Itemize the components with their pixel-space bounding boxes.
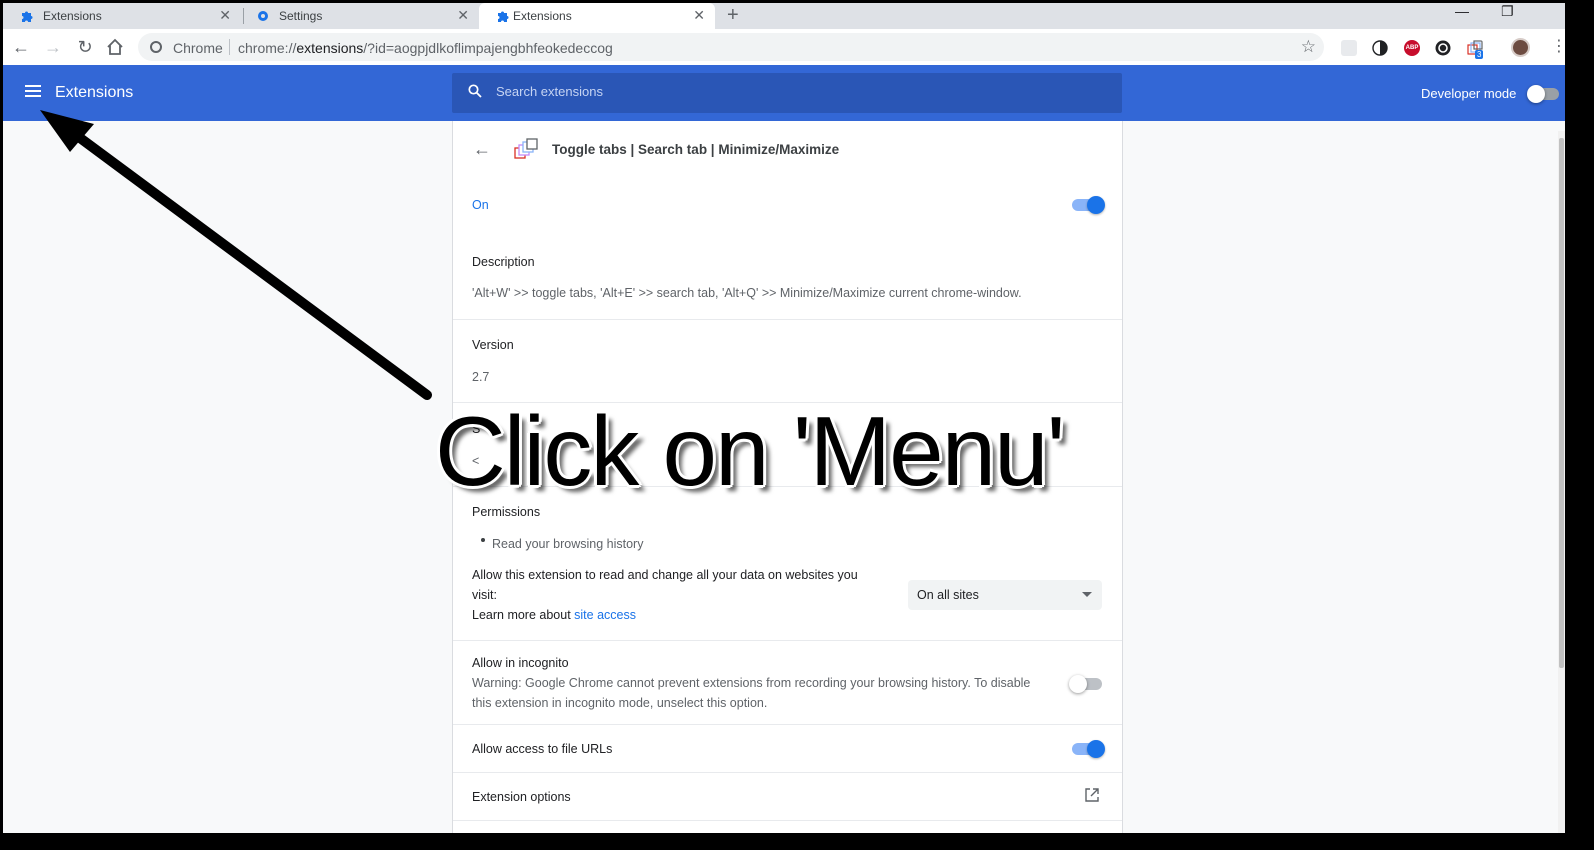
incognito-toggle[interactable] <box>1069 675 1102 693</box>
tab-strip: Extensions ✕ Settings ✕ Extensions ✕ + —… <box>3 3 1565 29</box>
description-label: Description <box>472 255 535 269</box>
divider <box>453 319 1122 320</box>
learn-more-text: Learn more about site access <box>472 608 636 622</box>
search-icon <box>468 84 482 98</box>
tab-close-icon[interactable]: ✕ <box>693 7 705 24</box>
file-urls-label: Allow access to file URLs <box>472 742 613 756</box>
back-icon[interactable]: ← <box>10 36 32 58</box>
version-label: Version <box>472 338 514 352</box>
status-label: On <box>472 198 489 212</box>
extension-badge: 3 <box>1475 50 1484 59</box>
gear-icon <box>258 11 268 21</box>
incognito-label: Allow in incognito <box>472 656 569 670</box>
minimize-icon[interactable]: — <box>1455 3 1469 19</box>
file-urls-toggle[interactable] <box>1072 740 1105 758</box>
reload-icon[interactable]: ↻ <box>74 36 96 58</box>
url-path: /?id=aogpjdlkoflimpajengbhfeokedeccog <box>363 40 613 56</box>
divider <box>453 820 1122 821</box>
site-label: Chrome <box>173 40 223 56</box>
divider <box>453 724 1122 725</box>
enable-toggle[interactable] <box>1072 196 1105 214</box>
tab-close-icon[interactable]: ✕ <box>219 7 231 24</box>
scrollbar-thumb[interactable] <box>1559 138 1564 668</box>
permission-item: Read your browsing history <box>492 537 644 551</box>
extension-name: Toggle tabs | Search tab | Minimize/Maxi… <box>552 142 840 157</box>
description-text: 'Alt+W' >> toggle tabs, 'Alt+E' >> searc… <box>472 286 1022 300</box>
divider <box>453 640 1122 641</box>
avatar[interactable] <box>1511 38 1530 57</box>
url-text[interactable]: chrome://extensions/?id=aogpjdlkoflimpaj… <box>238 40 613 56</box>
extension-icon-1[interactable] <box>1341 40 1357 56</box>
toggle-knob <box>1069 675 1087 693</box>
menu-line <box>25 85 41 87</box>
incognito-warning: Warning: Google Chrome cannot prevent ex… <box>472 676 1031 690</box>
toggle-knob <box>1087 196 1105 214</box>
star-icon[interactable]: ☆ <box>1301 37 1316 57</box>
learn-more-prefix: Learn more about <box>472 608 575 622</box>
tab-label: Extensions <box>513 9 572 23</box>
home-icon[interactable] <box>106 38 124 56</box>
new-tab-button[interactable]: + <box>727 4 739 27</box>
annotation-text: Click on 'Menu' <box>435 396 1065 506</box>
adblock-plus-icon[interactable]: ABP <box>1404 40 1420 56</box>
page-title: Extensions <box>55 84 134 101</box>
extension-options-label: Extension options <box>472 790 571 804</box>
menu-line <box>25 95 41 97</box>
site-access-text-2: visit: <box>472 588 497 602</box>
site-access-link[interactable]: site access <box>574 608 636 622</box>
address-bar[interactable]: Chrome chrome://extensions/?id=aogpjdlko… <box>138 33 1324 61</box>
divider <box>453 772 1122 773</box>
open-in-new-icon[interactable] <box>1084 787 1100 803</box>
omnibox-divider <box>229 39 230 55</box>
toolbar: ← → ↻ Chrome chrome://extensions/?id=aog… <box>3 29 1565 65</box>
extensions-header: Extensions Developer mode <box>3 65 1565 121</box>
site-access-text: Allow this extension to read and change … <box>472 568 858 582</box>
chevron-down-icon <box>1082 592 1092 597</box>
site-access-value: On all sites <box>917 588 979 602</box>
kebab-icon[interactable]: ⋮ <box>1551 36 1565 56</box>
developer-mode-label: Developer mode <box>1421 86 1517 101</box>
site-access-select[interactable]: On all sites <box>908 580 1102 610</box>
search-input[interactable] <box>496 84 1096 99</box>
developer-mode-toggle[interactable] <box>1527 85 1559 103</box>
toggle-knob <box>1527 85 1545 103</box>
extension-logo-icon <box>514 138 538 159</box>
browser-window: Extensions ✕ Settings ✕ Extensions ✕ + —… <box>3 3 1565 833</box>
grammar-extension-icon[interactable] <box>1435 40 1451 56</box>
chrome-icon <box>150 41 162 53</box>
tab-label: Settings <box>279 9 323 23</box>
menu-line <box>25 90 41 92</box>
tab-settings[interactable]: Settings ✕ <box>239 3 479 29</box>
bullet <box>481 538 485 542</box>
url-scheme: chrome:// <box>238 40 297 56</box>
back-arrow-icon[interactable]: ← <box>473 139 491 160</box>
search-box[interactable] <box>452 73 1122 113</box>
tab-close-icon[interactable]: ✕ <box>457 7 469 24</box>
incognito-warning-2: this extension in incognito mode, unsele… <box>472 696 768 710</box>
puzzle-icon <box>498 11 509 22</box>
puzzle-icon <box>22 11 33 22</box>
menu-button[interactable] <box>22 82 44 104</box>
restore-icon[interactable]: ❐ <box>1501 3 1514 20</box>
toggle-knob <box>1087 740 1105 758</box>
version-value: 2.7 <box>472 370 490 384</box>
tab-label: Extensions <box>43 9 102 23</box>
dark-mode-icon[interactable] <box>1372 40 1388 56</box>
forward-icon[interactable]: → <box>42 36 64 58</box>
tab-extensions-active[interactable]: Extensions ✕ <box>479 3 715 29</box>
tab-extensions-1[interactable]: Extensions ✕ <box>3 3 241 29</box>
url-host: extensions <box>296 40 364 56</box>
